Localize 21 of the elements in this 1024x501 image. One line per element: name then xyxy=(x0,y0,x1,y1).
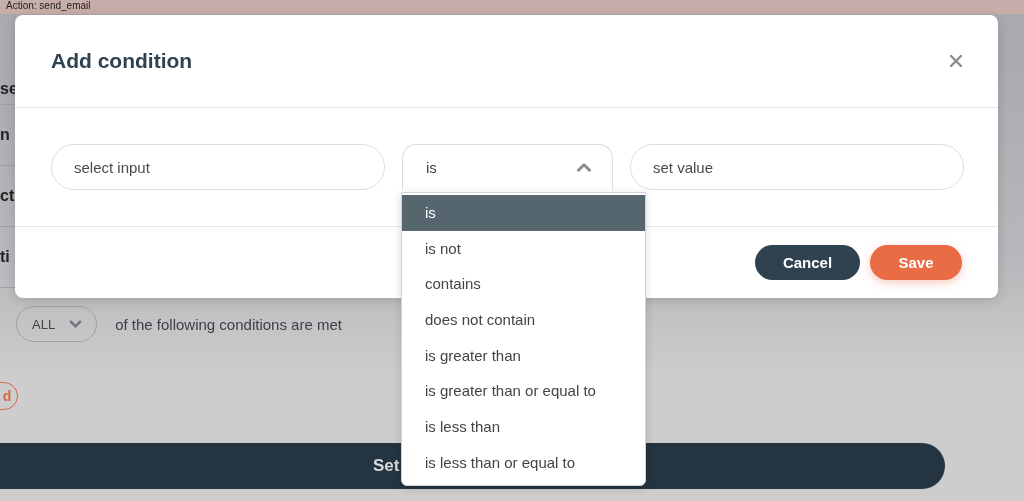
dropdown-option[interactable]: is greater than xyxy=(402,337,645,374)
dropdown-option[interactable]: does not contain xyxy=(402,302,645,338)
close-icon[interactable] xyxy=(949,54,963,68)
select-field[interactable]: is xyxy=(402,144,613,190)
dropdown-option[interactable]: contains xyxy=(402,266,645,303)
match-text: of the following conditions are met xyxy=(115,315,342,333)
chevron-down-icon xyxy=(69,319,83,329)
input-field[interactable]: select input xyxy=(51,144,385,190)
section-label: n xyxy=(0,125,10,145)
section-label: ti xyxy=(0,247,10,267)
dialog-title: Add condition xyxy=(51,49,193,73)
dropdown-option[interactable]: is less than or equal to xyxy=(402,444,645,481)
dropdown-option[interactable]: is greater than or equal to xyxy=(402,373,645,410)
dropdown-option[interactable]: is less than xyxy=(402,409,645,445)
dropdown-option[interactable]: is not xyxy=(402,230,645,267)
chevron-up-icon xyxy=(576,162,592,172)
action-label: Action: send_email xyxy=(6,0,91,12)
section-label: ct xyxy=(0,186,15,206)
dropdown-option[interactable]: is xyxy=(402,195,645,231)
input-field[interactable]: set value xyxy=(630,144,964,190)
cancel-button[interactable]: Cancel xyxy=(755,245,860,280)
